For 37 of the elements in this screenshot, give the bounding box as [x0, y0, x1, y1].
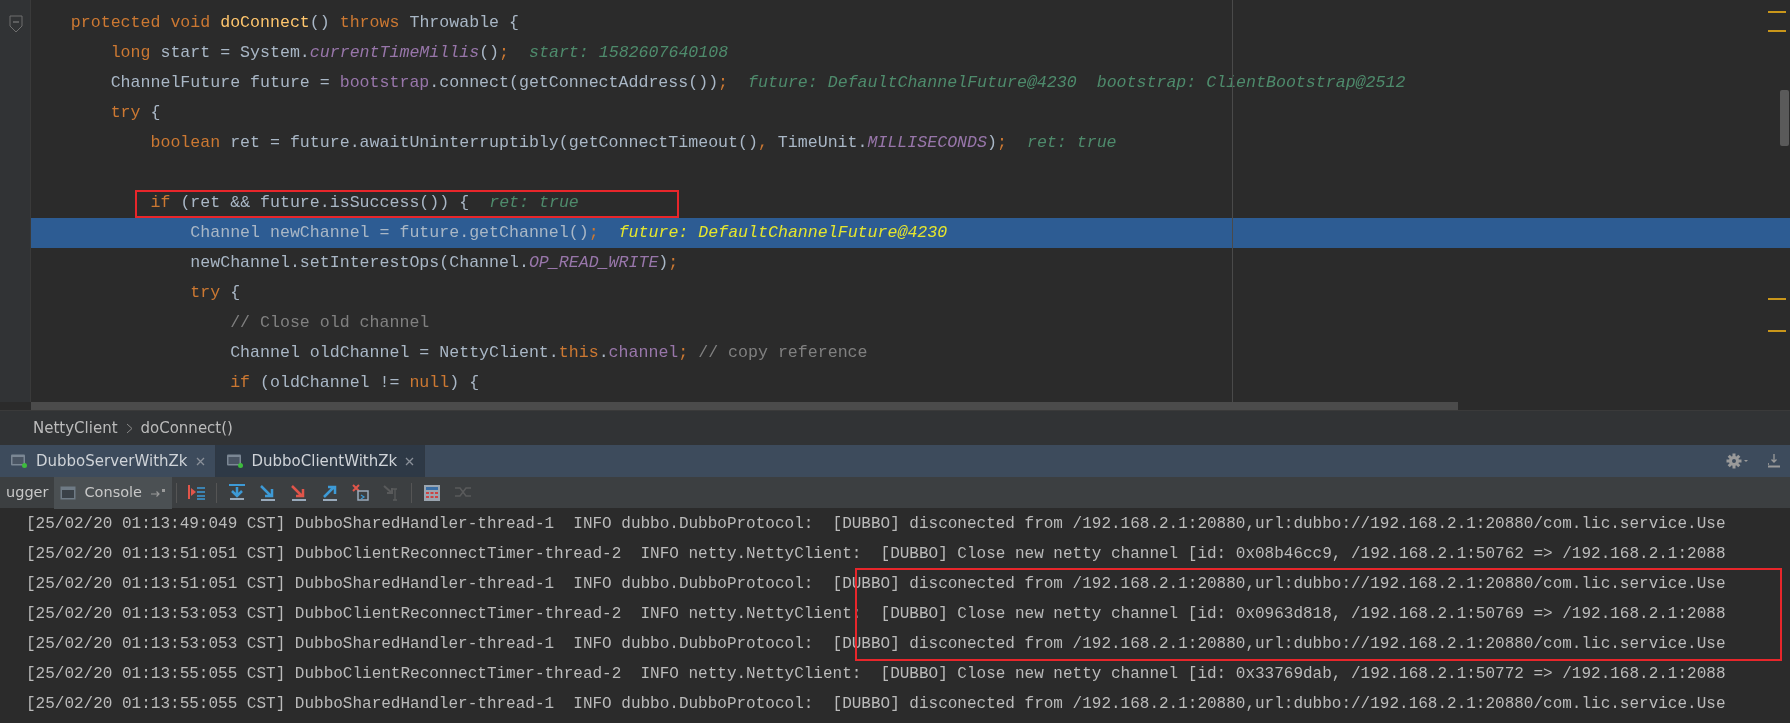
scrollbar-thumb[interactable] [31, 402, 1458, 410]
code-text: ChannelFuture future = bootstrap.connect(getConnectAddress()); [109, 73, 729, 92]
close-icon[interactable] [405, 456, 415, 466]
code-text: long start = System.currentTimeMillis(); [109, 43, 509, 62]
breadcrumb-item[interactable]: NettyClient [33, 416, 118, 440]
pin-icon[interactable] [150, 486, 167, 499]
code-text: if (oldChannel != null) { [229, 373, 480, 392]
code-text: protected void doConnect() throws Throwable { [69, 13, 519, 32]
debug-value: future: DefaultChannelFuture@4230 [748, 73, 1077, 92]
close-icon[interactable] [195, 456, 205, 466]
log-line: [25/02/20 01:13:55:055 CST] DubboSharedHandler-thread-1 INFO dubbo.DubboProtocol: [DUBBO] disconected from /192.168.2.1:20880,url:dubbo://192.168.2.1:20880/com.lic.service.Use [26, 694, 1727, 715]
run-config-icon [10, 453, 28, 469]
debug-value: ret: true [489, 193, 579, 212]
fold-icon[interactable] [9, 15, 23, 33]
debug-value: start: 1582607640108 [529, 43, 729, 62]
breadcrumb-item[interactable]: doConnect() [140, 416, 233, 440]
debug-tab[interactable]: ugger [0, 476, 55, 509]
code-text: Channel oldChannel = NettyClient.this.channel; // copy reference [229, 343, 868, 362]
chevron-icon [125, 422, 133, 434]
run-tab[interactable]: DubboClientWithZk [215, 445, 426, 477]
code-text: try { [189, 283, 241, 302]
code-text: newChannel.setInterestOps(Channel.OP_READ_WRITE); [189, 253, 679, 272]
debug-tab[interactable]: Console [54, 476, 173, 509]
code-text: try { [109, 103, 161, 122]
run-config-icon [225, 453, 244, 469]
scrollbar-thumb[interactable] [1780, 90, 1789, 146]
console-icon [60, 485, 77, 500]
debug-value: ret: true [1026, 133, 1117, 152]
code-text: Channel newChannel = future.getChannel(); [189, 223, 599, 242]
code-text: if (ret && future.isSuccess()) { [149, 193, 470, 212]
log-line: [25/02/20 01:13:55:055 CST] DubboClientReconnectTimer-thread-2 INFO netty.NettyClient: [DUBBO] Close new netty channel [id: 0x33769dab, /192.168.2.1:50772 => /192.168.2.1:2088 [26, 664, 1727, 685]
debug-value: bootstrap: ClientBootstrap@2512 [1096, 73, 1406, 92]
code-text: // Close old channel [229, 313, 430, 332]
log-line: [25/02/20 01:13:51:051 CST] DubboClientReconnectTimer-thread-2 INFO netty.NettyClient: [DUBBO] Close new netty channel [id: 0x08b46cc9, /192.168.2.1:50762 => /192.168.2.1:2088 [26, 544, 1727, 565]
log-line: [25/02/20 01:13:49:049 CST] DubboSharedHandler-thread-1 INFO dubbo.DubboProtocol: [DUBBO] disconected from /192.168.2.1:20880,url:dubbo://192.168.2.1:20880/com.lic.service.Use [26, 514, 1727, 535]
debug-value: future: DefaultChannelFuture@4230 [618, 223, 948, 242]
code-text: boolean ret = future.awaitUninterruptibly(getConnectTimeout(), TimeUnit.MILLISECONDS); [149, 133, 1007, 152]
